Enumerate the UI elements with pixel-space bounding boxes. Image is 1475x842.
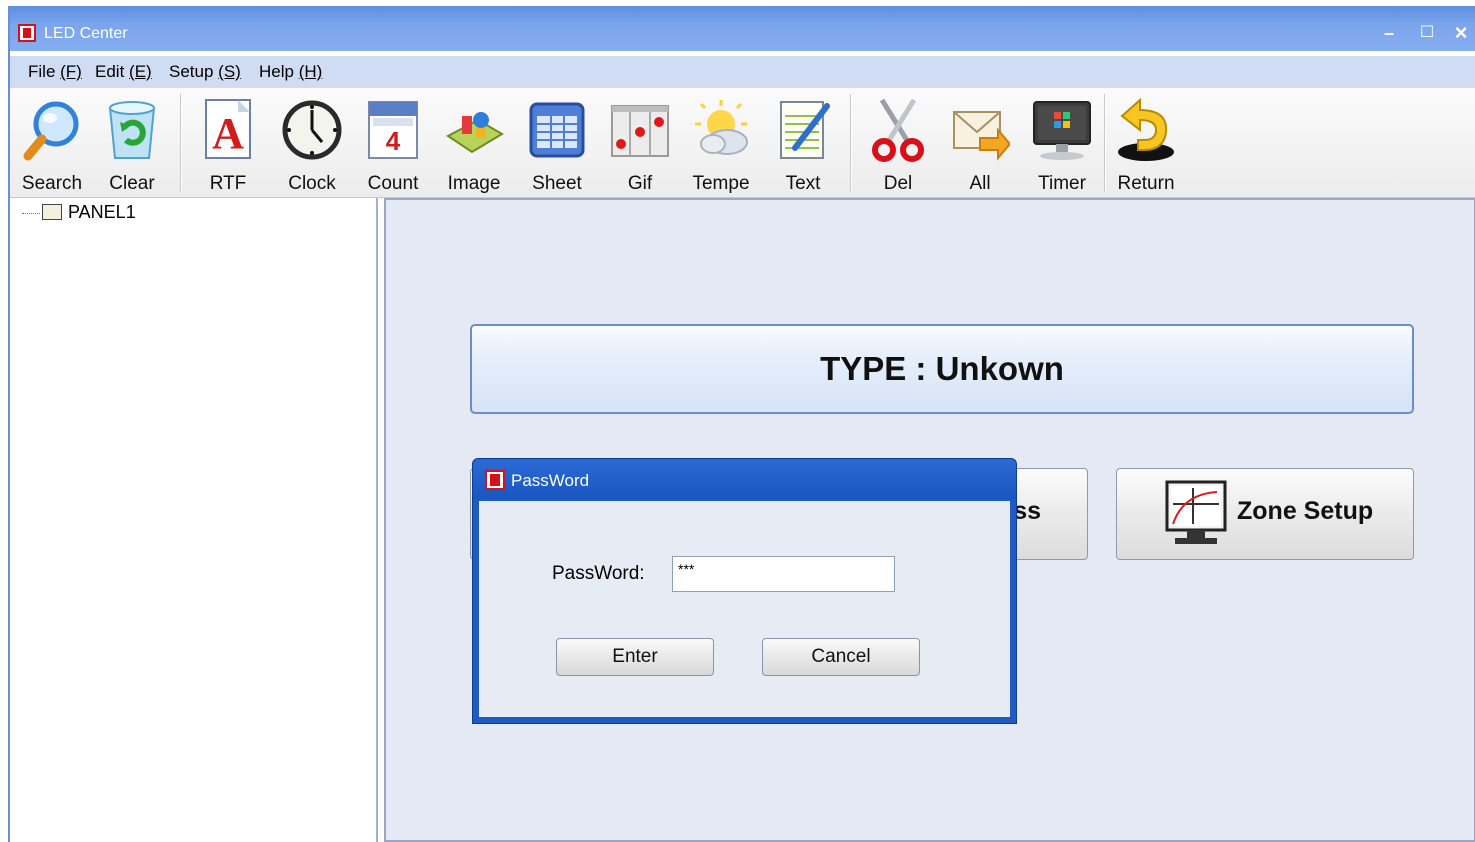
menu-setup[interactable]: Setup (S) — [169, 62, 241, 82]
toolbar-gif-button[interactable]: Gif — [600, 92, 680, 194]
toolbar-count-label: Count — [367, 173, 419, 194]
window-title: LED Center — [44, 25, 128, 42]
toolbar-separator — [180, 94, 182, 192]
magnifier-icon — [23, 101, 79, 161]
calendar-icon: 4 — [368, 101, 418, 159]
notepad-icon — [780, 101, 830, 159]
return-arrow-icon — [1118, 98, 1174, 161]
app-logo-icon — [485, 470, 505, 490]
panel-tree: PANEL1 — [10, 198, 378, 842]
title-bar[interactable]: LED Center – ☐ × — [10, 6, 1475, 51]
scissors-icon — [872, 98, 924, 162]
toolbar-all-label: All — [969, 173, 991, 194]
toolbar-del-button[interactable]: Del — [858, 92, 938, 194]
panel-grid-icon — [42, 204, 62, 220]
toolbar-clear-button[interactable]: Clear — [92, 92, 172, 194]
password-dialog-title-bar[interactable]: PassWord — [473, 459, 1016, 499]
toolbar-rtf-label: RTF — [209, 173, 247, 194]
clock-icon — [282, 100, 342, 160]
password-dialog: PassWord PassWord: *** Enter Cancel — [472, 458, 1017, 724]
zone-setup-label: Zone Setup — [1237, 497, 1374, 525]
maximize-button[interactable]: ☐ — [1414, 22, 1440, 44]
toolbar-tempe-button[interactable]: Tempe — [681, 92, 761, 194]
gif-icon — [611, 105, 669, 157]
rtf-letter-a-icon: A — [205, 99, 251, 159]
toolbar-return-label: Return — [1117, 173, 1175, 194]
tree-node-label: PANEL1 — [68, 202, 136, 222]
toolbar-sheet-button[interactable]: Sheet — [517, 92, 597, 194]
zone-setup-button[interactable]: Zone Setup — [1116, 468, 1414, 560]
zone-chart-monitor-icon — [1165, 480, 1227, 544]
close-button[interactable]: × — [1448, 22, 1474, 44]
toolbar-search-label: Search — [21, 173, 83, 194]
menu-file[interactable]: File (F) — [28, 62, 82, 82]
toolbar-image-button[interactable]: Image — [434, 92, 514, 194]
password-input[interactable]: *** — [672, 556, 895, 592]
toolbar-all-button[interactable]: All — [940, 92, 1020, 194]
toolbar-tempe-label: Tempe — [692, 173, 750, 194]
tree-connector — [22, 212, 40, 214]
toolbar: Search Clear A RTF Clock 4 Count Image S… — [10, 88, 1475, 198]
toolbar-text-button[interactable]: Text — [763, 92, 843, 194]
toolbar-gif-label: Gif — [627, 173, 653, 194]
menu-help[interactable]: Help (H) — [259, 62, 322, 82]
password-dialog-body: PassWord: *** Enter Cancel — [479, 501, 1010, 717]
toolbar-count-button[interactable]: 4 Count — [353, 92, 433, 194]
toolbar-clock-label: Clock — [288, 173, 336, 194]
toolbar-rtf-button[interactable]: A RTF — [188, 92, 268, 194]
toolbar-timer-button[interactable]: Timer — [1022, 92, 1102, 194]
menu-bar: File (F) Edit (E) Setup (S) Help (H) — [10, 56, 1475, 88]
password-dialog-title: PassWord — [511, 471, 590, 490]
enter-button[interactable]: Enter — [556, 638, 714, 676]
tree-node-panel1[interactable]: PANEL1 — [22, 202, 136, 223]
password-label: PassWord: — [552, 563, 645, 584]
image-icon — [446, 112, 504, 154]
toolbar-search-button[interactable]: Search — [12, 92, 92, 194]
cancel-button[interactable]: Cancel — [762, 638, 920, 676]
toolbar-text-label: Text — [785, 173, 821, 194]
toolbar-sheet-label: Sheet — [532, 173, 582, 194]
toolbar-clear-label: Clear — [109, 173, 155, 194]
minimize-button[interactable]: – — [1376, 22, 1402, 44]
recycle-bin-icon — [108, 101, 156, 159]
monitor-icon — [1033, 101, 1091, 160]
toolbar-del-label: Del — [883, 173, 913, 194]
toolbar-return-button[interactable]: Return — [1106, 92, 1186, 194]
partially-hidden-button-label: ss — [1013, 497, 1041, 525]
menu-edit[interactable]: Edit (E) — [95, 62, 152, 82]
weather-icon — [695, 100, 748, 155]
mail-icon — [953, 111, 1010, 161]
app-logo-icon — [18, 24, 36, 42]
svg-text:4: 4 — [386, 126, 401, 156]
toolbar-separator — [850, 94, 852, 192]
svg-text:A: A — [212, 109, 244, 158]
toolbar-image-label: Image — [447, 173, 501, 194]
toolbar-timer-label: Timer — [1038, 173, 1086, 194]
toolbar-clock-button[interactable]: Clock — [272, 92, 352, 194]
sheet-icon — [529, 102, 585, 158]
type-banner: TYPE : Unkown — [470, 324, 1414, 414]
